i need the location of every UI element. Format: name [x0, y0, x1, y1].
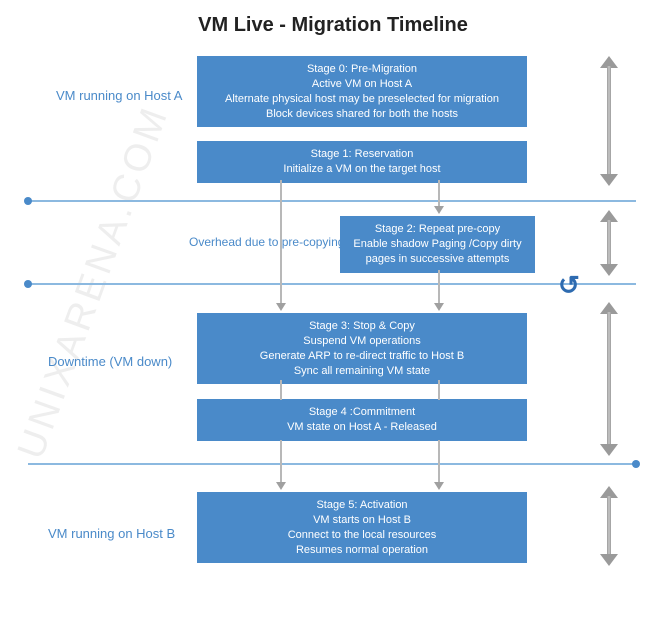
separator-dot	[24, 280, 32, 288]
stage-4-box: Stage 4 :Commitment VM state on Host A -…	[197, 399, 527, 441]
cycle-icon: ↺	[558, 270, 580, 301]
separator-line-1	[28, 200, 636, 202]
stage-5-box: Stage 5: Activation VM starts on Host B …	[197, 492, 527, 563]
stage-3-title: Stage 3: Stop & Copy	[309, 320, 415, 332]
phase-label-downtime: Downtime (VM down)	[48, 354, 172, 369]
flow-line-right-1a	[438, 180, 440, 208]
stage-2-line-0: Enable shadow Paging /Copy dirty pages i…	[353, 238, 521, 265]
stage-3-line-2: Sync all remaining VM state	[294, 365, 430, 377]
stage-2-box: Stage 2: Repeat pre-copy Enable shadow P…	[340, 216, 535, 273]
stage-0-line-2: Block devices shared for both the hosts	[266, 108, 458, 120]
flow-line-left-2	[280, 380, 282, 400]
stage-2-title: Stage 2: Repeat pre-copy	[375, 223, 500, 235]
separator-dot	[632, 460, 640, 468]
stage-5-title: Stage 5: Activation	[316, 499, 407, 511]
range-arrow-downtime	[600, 302, 618, 456]
diagram-title: VM Live - Migration Timeline	[0, 0, 666, 45]
flow-line-right-1b	[438, 270, 440, 305]
stage-5-line-0: VM starts on Host B	[313, 514, 411, 526]
stage-4-line-0: VM state on Host A - Released	[287, 421, 437, 433]
phase-label-overhead: Overhead due to pre-copying	[189, 235, 344, 249]
flow-arrowhead	[434, 206, 444, 214]
stage-0-box: Stage 0: Pre-Migration Active VM on Host…	[197, 56, 527, 127]
separator-line-2	[28, 283, 636, 285]
flow-arrowhead	[276, 482, 286, 490]
stage-1-line-0: Initialize a VM on the target host	[283, 163, 440, 175]
stage-0-line-0: Active VM on Host A	[312, 78, 412, 90]
flow-arrowhead	[276, 303, 286, 311]
stage-3-box: Stage 3: Stop & Copy Suspend VM operatio…	[197, 313, 527, 384]
stage-3-line-1: Generate ARP to re-direct traffic to Hos…	[260, 350, 464, 362]
flow-line-right-3	[438, 440, 440, 484]
flow-line-left-3	[280, 440, 282, 484]
stage-1-box: Stage 1: Reservation Initialize a VM on …	[197, 141, 527, 183]
stage-4-title: Stage 4 :Commitment	[309, 406, 415, 418]
phase-label-host-b: VM running on Host B	[48, 526, 175, 541]
stage-1-title: Stage 1: Reservation	[311, 148, 414, 160]
flow-arrowhead	[434, 303, 444, 311]
flow-line-left-1	[280, 180, 282, 305]
separator-dot	[24, 197, 32, 205]
range-arrow-host-a	[600, 56, 618, 186]
flow-arrowhead	[434, 482, 444, 490]
stage-0-title: Stage 0: Pre-Migration	[307, 63, 417, 75]
phase-label-host-a: VM running on Host A	[56, 88, 182, 103]
stage-3-line-0: Suspend VM operations	[303, 335, 420, 347]
stage-5-line-2: Resumes normal operation	[296, 544, 428, 556]
range-arrow-host-b	[600, 486, 618, 566]
flow-line-right-2	[438, 380, 440, 400]
separator-line-3	[28, 463, 636, 465]
stage-5-line-1: Connect to the local resources	[288, 529, 437, 541]
range-arrow-overhead	[600, 210, 618, 276]
stage-0-line-1: Alternate physical host may be preselect…	[225, 93, 499, 105]
